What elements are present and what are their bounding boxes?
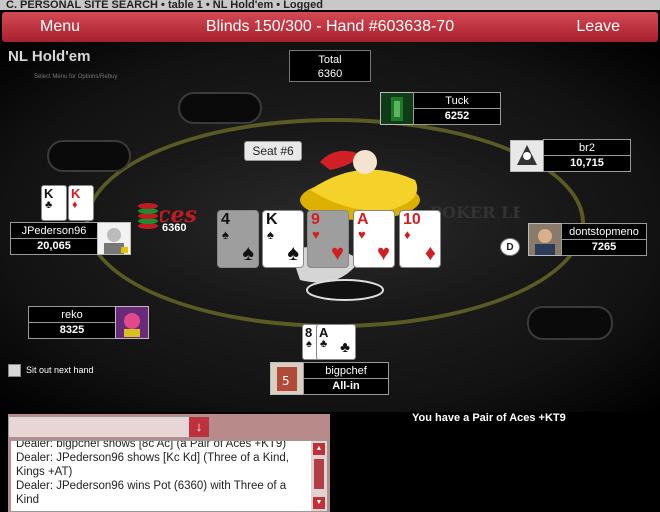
pot-amount: 6360 — [317, 68, 343, 80]
svg-text:POKER LEAGUE: POKER LEAGUE — [430, 203, 520, 222]
window-title-strip: C. PERSONAL SITE SEARCH • table 1 • NL H… — [0, 0, 660, 10]
player-stack: 20,065 — [37, 240, 71, 252]
bet-amount: 6360 — [162, 222, 187, 234]
pot-label: Total — [318, 54, 342, 66]
player-name: Tuck — [414, 93, 500, 109]
hole-card: K ♦ — [68, 185, 94, 221]
board-card: 9 ♥ ♥ — [307, 210, 349, 268]
game-hint-text: Select Menu for Options/Rebuy — [34, 74, 118, 80]
sit-out-option[interactable]: Sit out next hand — [8, 364, 94, 377]
pot-display: Total 6360 — [289, 50, 371, 82]
player-stack: All-in — [332, 380, 360, 392]
board-card: 4 ♠ ♠ — [217, 210, 259, 268]
avatar — [115, 306, 149, 339]
leave-button[interactable]: Leave — [576, 18, 620, 36]
avatar — [510, 140, 544, 172]
chat-input[interactable]: ↓ — [8, 416, 210, 438]
top-bar: Menu Blinds 150/300 - Hand #603638-70 Le… — [2, 12, 658, 42]
player-name: JPederson96 — [11, 223, 97, 239]
empty-seat[interactable] — [47, 140, 131, 172]
avatar: 5 — [270, 362, 304, 395]
dealer-button: D — [500, 238, 520, 256]
chat-line: Dealer: JPederson96 shows [Kc Kd] (Three… — [16, 452, 289, 478]
sit-out-label: Sit out next hand — [26, 364, 94, 375]
chip-stack-icon — [138, 203, 158, 229]
chat-line: Dealer: bigpchef shows [8c Ac] (a Pair o… — [16, 440, 287, 450]
player-name: dontstopmeno — [562, 224, 646, 240]
svg-text:5: 5 — [282, 374, 290, 388]
player-stack: 8325 — [59, 324, 85, 336]
chat-line: Dealer: JPederson96 wins Pot (6360) with… — [16, 480, 287, 506]
player-name: bigpchef — [304, 363, 388, 379]
seat-number-tooltip: Seat #6 — [244, 141, 302, 161]
hole-card: K ♣ — [41, 185, 67, 221]
board-card: A ♥ ♥ — [353, 210, 395, 268]
avatar — [528, 223, 562, 256]
scroll-up-icon[interactable]: ▲ — [313, 443, 325, 455]
hand-strength-message: You have a Pair of Aces +KT9 — [412, 412, 566, 424]
player-stack: 6252 — [444, 110, 470, 122]
player-name: br2 — [544, 140, 630, 156]
avatar — [380, 92, 414, 125]
scroll-thumb[interactable] — [314, 459, 324, 489]
sit-out-checkbox[interactable] — [8, 364, 21, 377]
game-type-label: NL Hold'em — [8, 48, 91, 65]
chat-dropdown-arrow-icon[interactable]: ↓ — [189, 417, 209, 437]
avatar — [97, 222, 131, 255]
blinds-hand-title: Blinds 150/300 - Hand #603638-70 — [205, 18, 455, 35]
player-stack: 7265 — [591, 241, 617, 253]
empty-seat[interactable] — [178, 92, 262, 124]
board-card: K ♠ ♠ — [262, 210, 304, 268]
board-card: 10 ♦ ♦ — [399, 210, 441, 268]
hole-card: A ♣ ♣ — [316, 324, 356, 360]
player-stack: 10,715 — [570, 157, 604, 169]
empty-seat[interactable] — [527, 306, 613, 340]
chat-scrollbar[interactable]: ▲ ▼ — [311, 441, 327, 511]
poker-client: C. PERSONAL SITE SEARCH • table 1 • NL H… — [0, 0, 660, 512]
chat-log[interactable]: Dealer: bigpchef shows [8c Ac] (a Pair o… — [10, 440, 328, 512]
player-name: reko — [29, 307, 115, 323]
scroll-down-icon[interactable]: ▼ — [313, 497, 325, 509]
